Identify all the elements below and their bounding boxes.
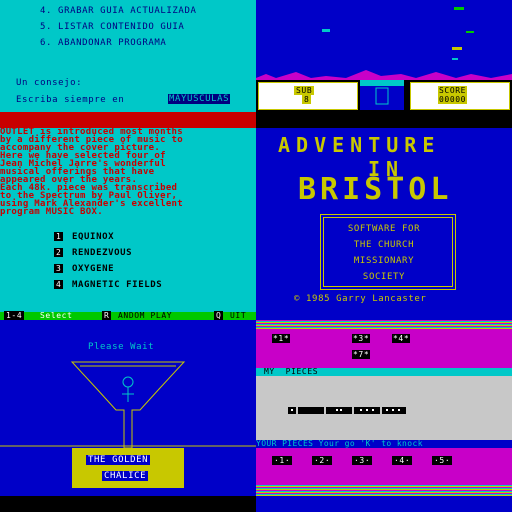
your-pieces-label: YOUR PIECES Your go 'K' to knock [256,439,423,448]
score-label: SCORE [438,86,468,95]
track-title[interactable]: MAGNETIC FIELDS [72,280,162,290]
tip-label: Un consejo: [16,78,83,88]
domino-piece [326,407,352,414]
random-label: ANDOM PLAY [118,311,173,320]
track-number[interactable]: 3 [54,264,64,273]
menu-panel: 4. GRABAR GUIA ACTUALIZADA 5. LISTAR CON… [0,0,256,128]
key-quit[interactable]: Q [214,311,224,320]
track-title[interactable]: EQUINOX [72,232,114,242]
title-adventure: ADVENTURE [278,133,441,157]
ship-sprite [322,29,330,32]
chalice-title-2: CHALICE [102,471,149,481]
sponsor-line: SOFTWARE FOR [347,224,421,234]
menu-item-6[interactable]: 6. ABANDONAR PROGRAMA [40,38,166,48]
bottom-fill [256,496,512,512]
ship-sprite [466,31,474,33]
dominoes-panel: *1* *3* *4* *7* MY PIECES YOUR PIECES Yo… [256,320,512,512]
bottom-border [0,496,256,512]
score-value: 00000 [438,95,468,104]
piece-choice[interactable]: ·2· [312,456,333,465]
piece-choice[interactable]: ·3· [352,456,373,465]
domino-piece [298,407,324,414]
outlet-panel: OUTLET is introduced most months by a dif… [0,128,256,320]
track-number[interactable]: 2 [54,248,64,257]
menu-item-5[interactable]: 5. LISTAR CONTENIDO GUIA [40,22,184,32]
seabed [256,70,512,80]
ship-sprite [454,7,464,10]
piece-choice[interactable]: ·5· [432,456,453,465]
key-random[interactable]: R [102,311,112,320]
copyright-text: © 1985 Garry Lancaster [294,294,427,304]
piece-choice[interactable]: ·4· [392,456,413,465]
stripe-bottom [256,484,512,496]
sponsor-line: THE CHURCH [353,240,415,250]
select-label: Select [40,311,73,320]
outlet-line: program MUSIC BOX. [0,207,103,217]
menu-item-4[interactable]: 4. GRABAR GUIA ACTUALIZADA [40,6,196,16]
track-title[interactable]: RENDEZVOUS [72,248,132,258]
title-bristol: BRISTOL [298,172,453,207]
sponsor-line: SOCIETY [362,272,406,282]
track-number[interactable]: 1 [54,232,64,241]
piece-choice[interactable]: ·1· [272,456,293,465]
ship-sprite [452,47,462,50]
sub-label: SUB [294,86,315,95]
quit-label: UIT [230,311,247,320]
ship-sprite [452,58,458,60]
track-number[interactable]: 4 [54,280,64,289]
chalice-panel: Please Wait THE GOLDEN CHALICE [0,320,256,512]
tip-highlight: MAYUSCULAS [168,94,231,104]
red-bar [0,112,256,128]
adventure-panel: ADVENTURE IN BRISTOL SOFTWARE FOR THE CHU… [256,128,512,320]
tip-text: Escriba siempre en [16,95,125,105]
track-title[interactable]: OXYGENE [72,264,114,274]
title-plate [72,448,184,488]
sub-game-panel: SUB 8 SCORE 00000 [256,0,512,128]
chalice-title-1: THE GOLDEN [86,455,151,465]
sub-value: 8 [302,95,312,104]
sponsor-line: MISSIONARY [353,256,415,266]
periscope-top [360,80,404,86]
key-select[interactable]: 1-4 [4,311,25,320]
